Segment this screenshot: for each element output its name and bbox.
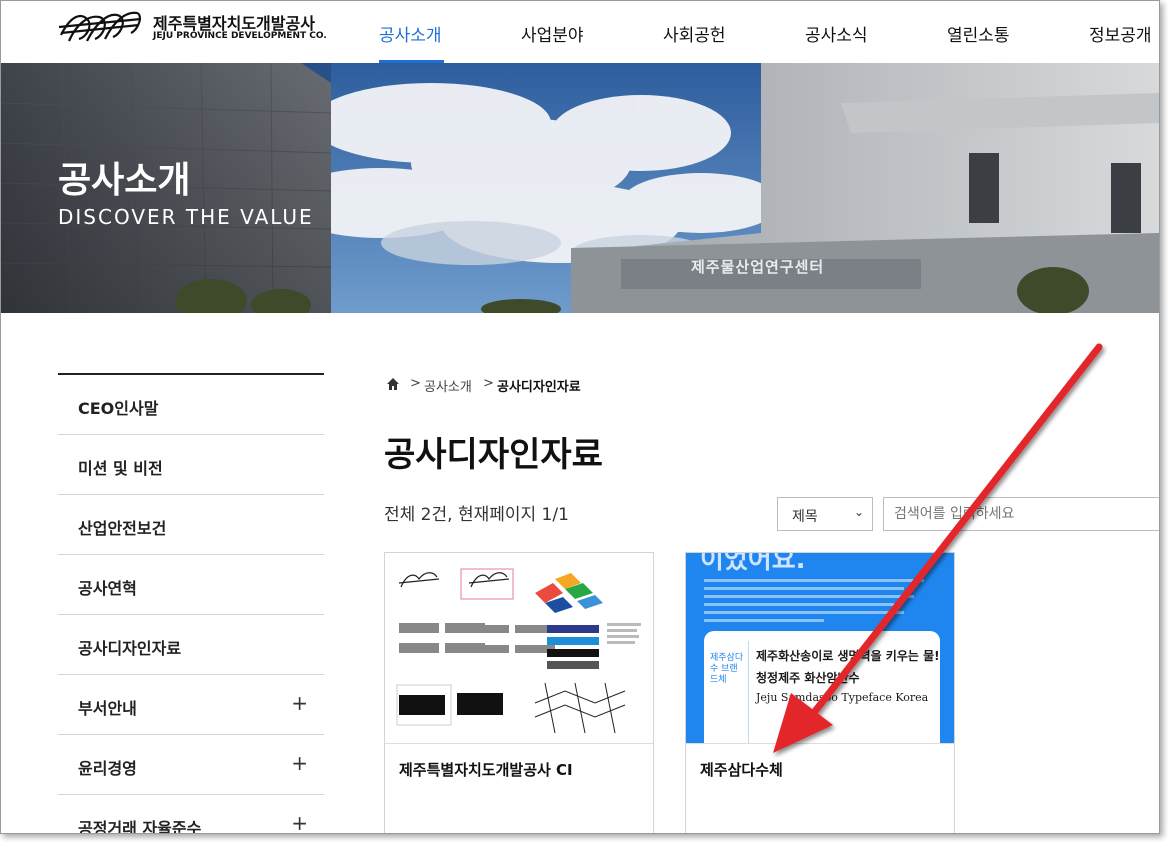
card-thumbnail-font[interactable]: 이었어요. 제주삼다수 브랜드체 제주화산송이로 생명력을 키우는 물! 청정제… <box>686 553 954 744</box>
sidebar-item-safety[interactable]: 산업안전보건 <box>58 495 324 555</box>
sidebar-menu: CEO인사말 미션 및 비전 산업안전보건 공사연혁 공사디자인자료 부서안내 … <box>58 373 324 834</box>
sidebar-item-label: 윤리경영 <box>78 759 137 778</box>
breadcrumb-separator: > <box>483 376 494 391</box>
nav-item-social[interactable]: 사회공헌 <box>663 21 726 46</box>
font-preview-line2: 청정제주 화산암반수 <box>756 671 860 685</box>
font-preview-background: 이었어요. 제주삼다수 브랜드체 제주화산송이로 생명력을 키우는 물! 청정제… <box>686 553 954 743</box>
home-icon[interactable] <box>386 377 400 391</box>
breadcrumb-item-about[interactable]: 공사소개 <box>424 376 472 395</box>
expand-plus-icon[interactable]: + <box>291 811 308 833</box>
sidebar-item-history[interactable]: 공사연혁 <box>58 555 324 615</box>
search-field-select[interactable]: 제목 ⌄ <box>777 497 873 531</box>
font-preview-line1: 제주화산송이로 생명력을 키우는 물! <box>756 649 940 663</box>
font-preview-heading: 이었어요. <box>700 553 806 575</box>
hero-title: 공사소개 <box>58 160 191 201</box>
site-logo[interactable]: 제주특별자치도개발공사 JEJU PROVINCE DEVELOPMENT CO… <box>57 5 357 47</box>
search-select-value: 제목 <box>792 509 818 525</box>
sidebar-item-label: CEO인사말 <box>78 399 159 418</box>
sidebar-item-design[interactable]: 공사디자인자료 <box>58 615 324 675</box>
nav-item-business[interactable]: 사업분야 <box>521 21 584 46</box>
expand-plus-icon[interactable]: + <box>291 751 308 775</box>
nav-item-about[interactable]: 공사소개 <box>379 21 442 46</box>
sidebar-item-label: 산업안전보건 <box>78 519 167 538</box>
building-sign-text: 제주물산업연구센터 <box>691 258 825 276</box>
logo-english-text: JEJU PROVINCE DEVELOPMENT CO. <box>153 31 327 41</box>
sidebar-item-mission[interactable]: 미션 및 비전 <box>58 435 324 495</box>
sidebar-item-ceo[interactable]: CEO인사말 <box>58 375 324 435</box>
breadcrumb-item-current: 공사디자인자료 <box>497 380 581 395</box>
hero-subtitle: DISCOVER THE VALUE <box>58 205 314 229</box>
ci-guide-preview-image <box>385 553 653 743</box>
expand-plus-icon[interactable]: + <box>291 691 308 715</box>
font-preview-sample-box: 제주삼다수 브랜드체 제주화산송이로 생명력을 키우는 물! 청정제주 화산암반… <box>704 631 940 743</box>
search-input[interactable] <box>883 497 1159 531</box>
sidebar-item-label: 공사디자인자료 <box>78 639 182 658</box>
design-card-ci[interactable]: 제주특별자치도개발공사 CI <box>384 552 654 833</box>
design-card-font[interactable]: 이었어요. 제주삼다수 브랜드체 제주화산송이로 생명력을 키우는 물! 청정제… <box>685 552 955 833</box>
result-count-text: 전체 2건, 현재페이지 1/1 <box>384 505 569 525</box>
font-preview-line3: Jeju Samdasoo Typeface Korea <box>756 691 929 704</box>
nav-item-news[interactable]: 공사소식 <box>805 21 868 46</box>
logo-mark-icon <box>58 11 142 42</box>
font-preview-description <box>704 579 944 622</box>
sidebar-item-departments[interactable]: 부서안내 + <box>58 675 324 735</box>
browser-viewport: 제주특별자치도개발공사 JEJU PROVINCE DEVELOPMENT CO… <box>0 0 1160 834</box>
sidebar-item-label: 미션 및 비전 <box>78 459 163 478</box>
card-title[interactable]: 제주삼다수체 <box>700 759 783 780</box>
card-thumbnail-ci[interactable] <box>385 553 653 744</box>
page-title: 공사디자인자료 <box>384 435 603 475</box>
sidebar-item-label: 공사연혁 <box>78 579 137 598</box>
sidebar-item-ethics[interactable]: 윤리경영 + <box>58 735 324 795</box>
sidebar-item-fair-trade[interactable]: 공정거래 자율준수 + <box>58 795 324 834</box>
card-title[interactable]: 제주특별자치도개발공사 CI <box>399 759 573 780</box>
sidebar-item-label: 부서안내 <box>78 699 137 718</box>
sidebar-item-label: 공정거래 자율준수 <box>78 819 202 834</box>
font-preview-badge: 제주삼다수 브랜드체 <box>710 653 744 685</box>
chevron-down-icon: ⌄ <box>853 505 864 519</box>
hero-banner: 제주물산업연구센터 공사소개 DISCOVER THE VALUE <box>1 63 1159 313</box>
nav-item-disclosure[interactable]: 정보공개 <box>1089 21 1152 46</box>
site-header: 제주특별자치도개발공사 JEJU PROVINCE DEVELOPMENT CO… <box>1 1 1159 63</box>
breadcrumb-separator: > <box>410 376 421 391</box>
nav-item-communication[interactable]: 열린소통 <box>947 21 1010 46</box>
